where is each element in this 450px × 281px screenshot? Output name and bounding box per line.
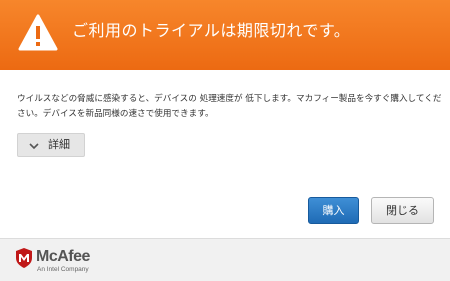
trial-expired-dialog: ご利用のトライアルは期限切れです。 ウイルスなどの脅威に感染すると、デバイスの …	[0, 0, 450, 281]
expiry-message: ウイルスなどの脅威に感染すると、デバイスの 処理速度が 低下します。マカフィー製…	[17, 94, 442, 119]
dialog-footer: McAfee An Intel Company	[0, 238, 450, 281]
chevron-down-icon	[29, 143, 39, 150]
close-button[interactable]: 閉じる	[371, 197, 434, 224]
details-toggle-button[interactable]: 詳細	[17, 133, 85, 157]
mcafee-logo: McAfee An Intel Company	[16, 247, 116, 277]
brand-name: McAfee	[36, 248, 90, 265]
details-label: 詳細	[48, 138, 70, 151]
buy-button[interactable]: 購入	[308, 197, 359, 224]
warning-triangle-icon	[18, 14, 58, 51]
dialog-title: ご利用のトライアルは期限切れです。	[72, 21, 351, 40]
brand-subtitle: An Intel Company	[37, 266, 89, 273]
dialog-header: ご利用のトライアルは期限切れです。	[0, 0, 450, 70]
mcafee-shield-icon	[16, 248, 32, 268]
